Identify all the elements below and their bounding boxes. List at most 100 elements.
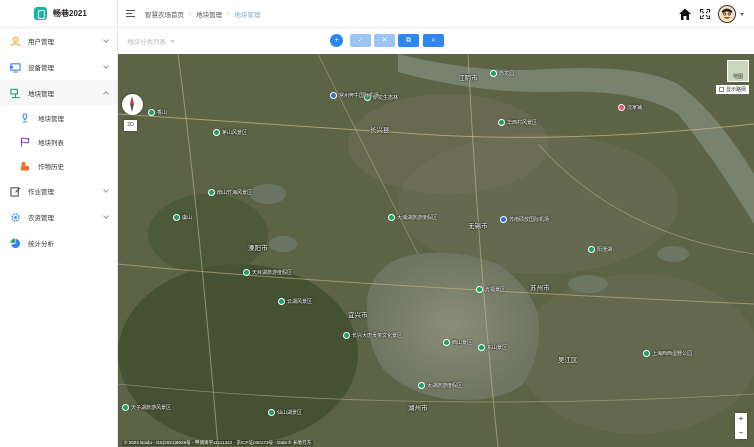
copy-button[interactable]: ⧉: [398, 34, 419, 47]
land-pin-icon: [22, 113, 28, 123]
map-poi[interactable]: 仙山湖景区: [268, 409, 302, 416]
plot-category-select-placeholder: 地块分类列表: [127, 39, 166, 46]
map-toolbar: 地块分类列表 + ✓ ✕ ⧉ ⌕: [118, 28, 754, 54]
chevron-up-icon: [103, 91, 109, 97]
breadcrumb-item-home[interactable]: 智慧农场首页: [145, 9, 184, 19]
poi-pin-icon: [388, 214, 395, 221]
logo-icon: [34, 7, 47, 20]
home-icon[interactable]: [678, 7, 692, 21]
map-poi[interactable]: 天子湖旅游风景区: [122, 404, 171, 411]
sidebar-group-devices[interactable]: 设备管理: [0, 54, 117, 80]
sidebar-group-users[interactable]: 用户管理: [0, 28, 117, 54]
view-2d-button[interactable]: 2D: [124, 120, 137, 131]
land-icon: [10, 88, 21, 98]
header-actions: [678, 5, 744, 23]
avatar[interactable]: [718, 5, 736, 23]
map-poi[interactable]: 大浦湖旅游度假区: [388, 214, 437, 221]
poi-pin-icon: [122, 404, 129, 411]
fullscreen-icon[interactable]: [700, 9, 710, 19]
sidebar-group-supplies[interactable]: 农资管理: [0, 204, 117, 230]
edit-button[interactable]: ✓: [350, 34, 371, 47]
add-button[interactable]: +: [330, 34, 343, 47]
map-poi[interactable]: 长兴大唐贡茶文化景区: [343, 332, 402, 339]
city-label: 长兴县: [370, 127, 390, 134]
airport-pin-icon: [500, 216, 507, 223]
map-poi[interactable]: 东山景区: [478, 344, 507, 351]
city-label: 苏州市: [530, 285, 550, 292]
chevron-down-icon: [103, 37, 109, 43]
poi-pin-icon: [278, 298, 285, 305]
poi-pin-icon: [443, 339, 450, 346]
zoom-in-button[interactable]: +: [739, 414, 744, 424]
poi-pin-icon: [643, 350, 650, 357]
monitor-icon: [10, 62, 21, 73]
chevron-down-icon: [103, 187, 109, 193]
map-poi[interactable]: 南山竹海风景区: [208, 189, 252, 196]
gear-icon: [11, 212, 20, 222]
map-poi[interactable]: 太湖旅游度假区: [418, 382, 462, 389]
sidebar-group-label: 地块管理: [28, 91, 54, 98]
road-network-label: 显示路网: [725, 87, 746, 93]
map-poi[interactable]: 天目湖旅游度假区: [243, 269, 292, 276]
app-logo[interactable]: 畅巷2021: [0, 0, 117, 28]
poi-pin-icon: [588, 246, 595, 253]
map-poi[interactable]: 苏南硕放国际机场: [500, 216, 549, 223]
city-label: 溧阳市: [248, 245, 268, 252]
plus-icon: +: [334, 37, 339, 44]
map-poi[interactable]: 上海西西湿野公园: [643, 350, 692, 357]
map-poi[interactable]: 西山景区: [443, 339, 472, 346]
poi-pin-icon: [418, 382, 425, 389]
sidebar-group-label: 用户管理: [28, 39, 54, 46]
poi-pin-icon: [490, 70, 497, 77]
sidebar-item-label: 地块管理: [38, 116, 64, 123]
delete-button[interactable]: ✕: [374, 34, 395, 47]
search-button[interactable]: ⌕: [423, 34, 444, 47]
map-type-button[interactable]: 地图: [727, 60, 749, 82]
app-name: 畅巷2021: [53, 9, 87, 18]
map-copyright: © 2022 Baidu - GS(2021)6026号 - 甲测资字11111…: [122, 440, 314, 446]
top-header: 智慧农场首页 › 地块管理 › 地块管理: [118, 0, 754, 28]
sidebar-group-operations[interactable]: 作业管理: [0, 178, 117, 204]
breadcrumb-separator: ›: [227, 10, 230, 17]
map-poi[interactable]: 常州奔牛国际机场: [330, 92, 379, 99]
user-menu-caret-icon[interactable]: [740, 12, 744, 16]
map-poi[interactable]: 光福景区: [476, 286, 505, 293]
road-network-toggle[interactable]: 显示路网: [715, 85, 749, 94]
plot-category-select[interactable]: 地块分类列表: [127, 36, 175, 46]
sidebar: 畅巷2021 用户管理 设备管理 地块管理 地块管理 地块列表 作物历史 作业管…: [0, 0, 118, 447]
poi-pin-icon: [173, 214, 180, 221]
chevron-down-icon: [170, 37, 175, 43]
poi-pin-icon: [498, 119, 505, 126]
poi-pin-icon: [213, 129, 220, 136]
menu-toggle-icon[interactable]: [126, 10, 135, 17]
poi-pin-icon: [268, 409, 275, 416]
compass-icon[interactable]: [122, 94, 143, 115]
sidebar-item-land-list[interactable]: 地块列表: [0, 130, 117, 154]
map-poi[interactable]: 虞山: [173, 214, 192, 221]
map-poi[interactable]: 茅山风景区: [213, 129, 247, 136]
breadcrumb: 智慧农场首页 › 地块管理 › 地块管理: [145, 9, 260, 19]
map-poi[interactable]: 阳澄湖: [588, 246, 612, 253]
satellite-map[interactable]: 无锡市 长兴县 溧阳市 宜兴市 苏州市 湖州市 吴江区 江阴市 茅山风景区 南山…: [118, 54, 754, 447]
poi-pin-icon: [208, 189, 215, 196]
sidebar-item-land-management[interactable]: 地块管理: [0, 106, 117, 130]
zoom-out-button[interactable]: −: [739, 428, 744, 438]
poi-pin-icon: [343, 332, 350, 339]
sidebar-group-land[interactable]: 地块管理: [0, 80, 117, 106]
sidebar-group-statistics[interactable]: 统计分析: [0, 230, 117, 256]
pie-chart-icon: [10, 237, 21, 248]
user-icon: [10, 36, 21, 46]
map-poi[interactable]: 华西村风景区: [498, 119, 537, 126]
sidebar-item-label: 地块列表: [38, 140, 64, 147]
map-poi[interactable]: 沈家铺: [618, 104, 642, 111]
breadcrumb-item-land[interactable]: 地块管理: [196, 9, 222, 19]
city-label: 江阴市: [458, 75, 478, 82]
map-poi[interactable]: 云湖风景区: [278, 298, 312, 305]
search-icon: ⌕: [431, 37, 436, 44]
sidebar-group-label: 作业管理: [28, 189, 54, 196]
airport-pin-icon: [330, 92, 337, 99]
sidebar-item-crop-history[interactable]: 作物历史: [0, 154, 117, 178]
map-poi[interactable]: 恐龙园: [490, 70, 514, 77]
map-poi[interactable]: 香山: [148, 109, 167, 116]
poi-pin-icon: [618, 104, 625, 111]
